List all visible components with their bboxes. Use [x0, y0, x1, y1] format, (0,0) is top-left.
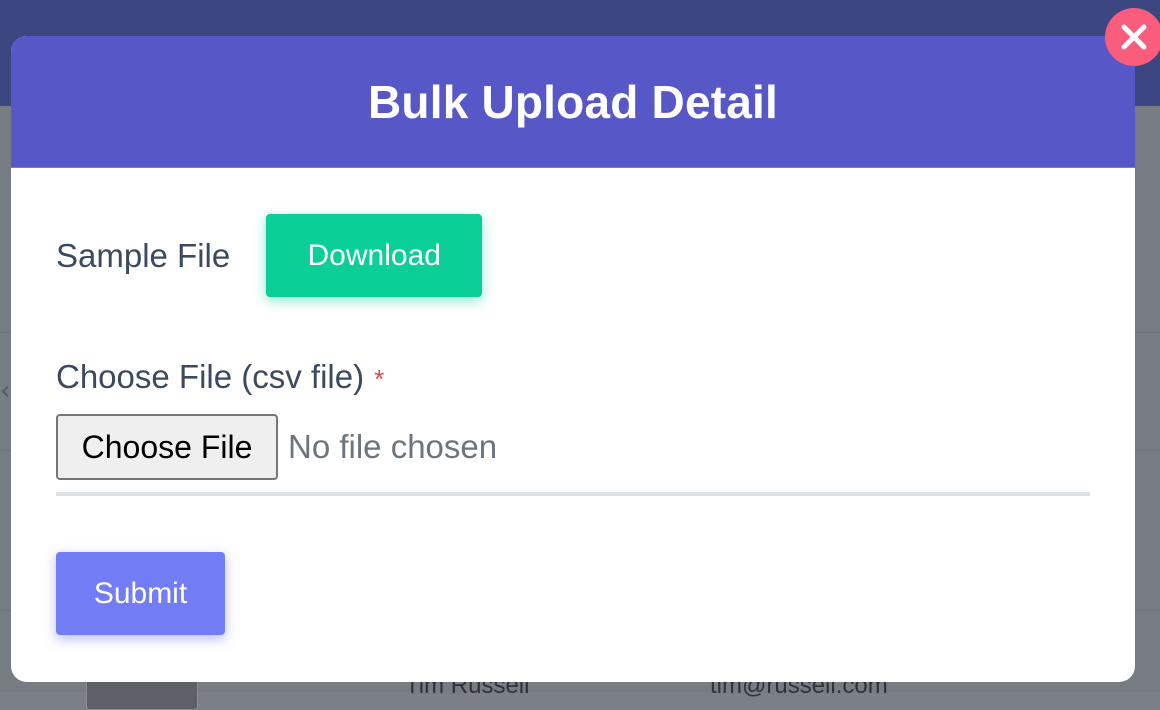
file-field-label-row: Choose File (csv file) * — [56, 358, 384, 396]
close-modal-button[interactable] — [1105, 8, 1160, 66]
file-input: Choose File No file chosen — [56, 414, 1090, 496]
file-input-control: Choose File No file chosen — [56, 414, 1090, 480]
file-field-label: Choose File (csv file) — [56, 358, 365, 395]
required-indicator: * — [374, 364, 385, 394]
modal-header: Bulk Upload Detail — [11, 36, 1135, 168]
download-button[interactable]: Download — [266, 214, 483, 297]
modal-body: Sample File Download Choose File (csv fi… — [11, 168, 1135, 682]
chevron-left-icon: ‹ — [0, 376, 11, 406]
file-status-text: No file chosen — [288, 428, 498, 465]
sample-file-row: Sample File Download — [56, 214, 483, 297]
sample-file-label: Sample File — [56, 236, 231, 274]
submit-button[interactable]: Submit — [56, 552, 225, 635]
bulk-upload-modal: Bulk Upload Detail Sample File Download … — [11, 36, 1135, 682]
choose-file-button[interactable]: Choose File — [56, 414, 278, 480]
close-icon — [1121, 24, 1147, 50]
modal-title: Bulk Upload Detail — [368, 75, 778, 128]
file-input-underline — [56, 492, 1090, 496]
